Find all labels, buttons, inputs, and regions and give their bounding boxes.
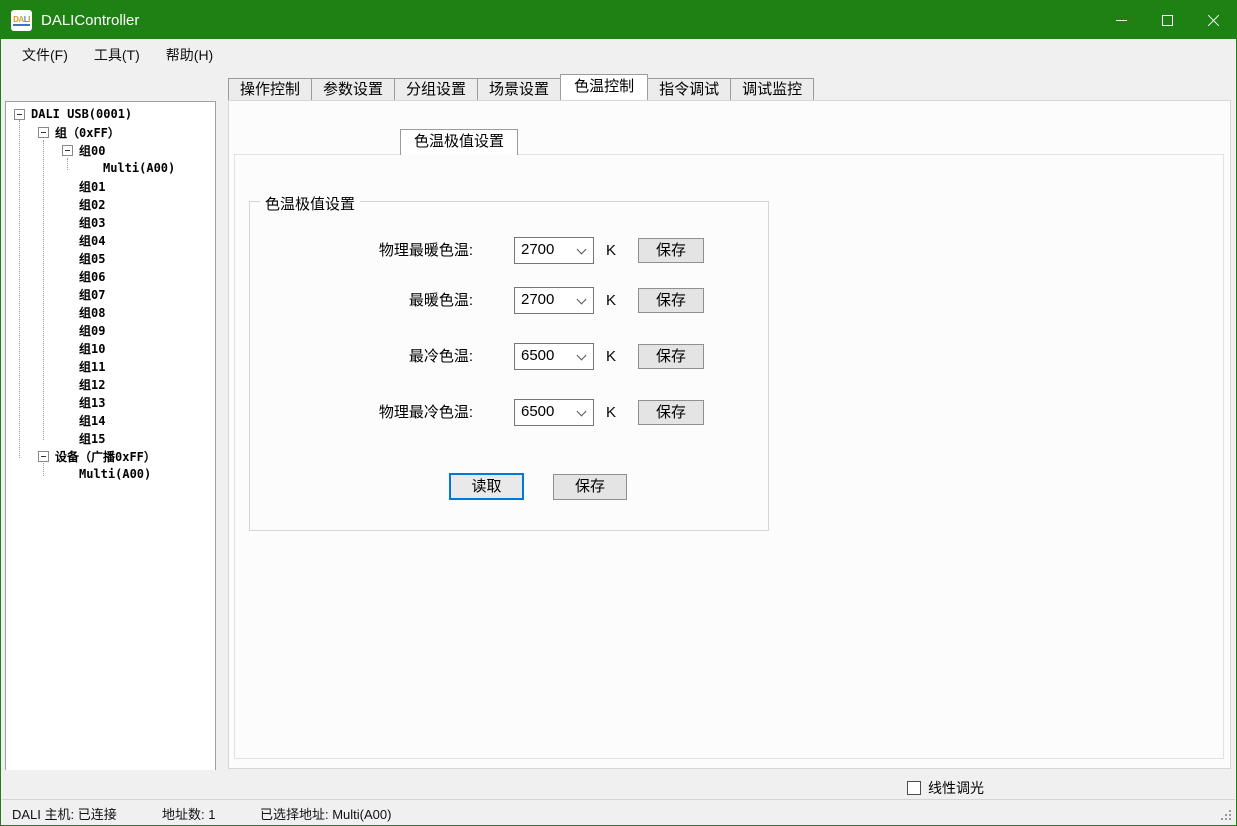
address-count: 地址数: 1 <box>162 804 215 823</box>
chevron-down-icon[interactable] <box>577 295 587 305</box>
tree-item[interactable]: 组03 <box>6 213 215 231</box>
host-status: DALI 主机: 已连接 <box>12 804 117 823</box>
tree-item[interactable]: 组02 <box>6 195 215 213</box>
cct-value-combobox[interactable]: 6500 <box>514 343 594 370</box>
cct-value-combobox[interactable]: 6500 <box>514 399 594 426</box>
save-row-button[interactable]: 保存 <box>638 288 704 313</box>
cct-limit-label: 物理最冷色温: <box>261 399 473 426</box>
tree-item[interactable]: 组12 <box>6 375 215 393</box>
kelvin-unit-label: K <box>606 287 616 314</box>
combobox-value: 6500 <box>521 347 554 364</box>
kelvin-unit-label: K <box>606 343 616 370</box>
tree-item-label: 组09 <box>79 322 105 339</box>
collapse-minus-icon[interactable] <box>14 109 25 120</box>
app-icon-text: DALI <box>13 15 30 26</box>
menu-bar: 文件(F) 工具(T) 帮助(H) <box>2 39 1235 71</box>
tree-item-label: 组01 <box>79 178 105 195</box>
tree-item[interactable]: 组01 <box>6 177 215 195</box>
device-tree-panel: DALI USB(0001) 组（0xFF） 组00 Multi(A00) <box>5 101 216 771</box>
tree-item[interactable]: DALI USB(0001) <box>6 105 215 123</box>
title-bar: DALI DALIController <box>1 1 1236 39</box>
collapse-minus-icon[interactable] <box>62 145 73 156</box>
save-button[interactable]: 保存 <box>553 474 627 500</box>
tree-item-label: 设备（广播0xFF） <box>55 448 156 465</box>
tree-item-label: 组02 <box>79 196 105 213</box>
tree-item-label: 组（0xFF） <box>55 124 120 141</box>
tree-item-label: 组00 <box>79 142 105 159</box>
groupbox-title: 色温极值设置 <box>260 193 360 214</box>
close-icon <box>1207 14 1220 27</box>
selected-address: 已选择地址: Multi(A00) <box>260 804 391 823</box>
tree-item[interactable]: 设备（广播0xFF） <box>6 447 215 465</box>
tree-item-label: 组15 <box>79 430 105 447</box>
app-icon: DALI <box>11 10 32 31</box>
device-tree: DALI USB(0001) 组（0xFF） 组00 Multi(A00) <box>6 102 215 770</box>
tree-item-label: 组06 <box>79 268 105 285</box>
footer-strip: 线性调光 <box>2 770 1235 801</box>
kelvin-unit-label: K <box>606 237 616 264</box>
resize-grip[interactable] <box>1220 809 1232 821</box>
tree-item-label: 组12 <box>79 376 105 393</box>
tree-item-label: Multi(A00) <box>103 161 175 175</box>
menu-item[interactable]: 帮助(H) <box>166 45 213 65</box>
main-tab-strip: 操作控制 参数设置 分组设置 场景设置 色温控制 指令调试 调试监控 <box>228 76 813 100</box>
tree-item[interactable]: Multi(A00) <box>6 465 215 483</box>
collapse-minus-icon[interactable] <box>38 127 49 138</box>
cct-limit-label: 最冷色温: <box>261 343 473 370</box>
tree-item[interactable]: 组15 <box>6 429 215 447</box>
chevron-down-icon[interactable] <box>577 407 587 417</box>
status-bar: DALI 主机: 已连接 地址数: 1 已选择地址: Multi(A00) <box>2 799 1235 824</box>
main-tab[interactable]: 色温控制 <box>560 74 648 100</box>
tree-item[interactable]: 组（0xFF） <box>6 123 215 141</box>
app-window: DALI DALIController 文件(F) 工具(T) 帮助(H) 操作… <box>0 0 1237 826</box>
tree-item-label: DALI USB(0001) <box>31 107 132 121</box>
cct-limit-row: 最暖色温: 2700 K 保存 <box>1 287 1236 314</box>
combobox-value: 2700 <box>521 241 554 258</box>
linear-dimming-label: 线性调光 <box>928 778 984 798</box>
collapse-minus-icon[interactable] <box>38 451 49 462</box>
combobox-value: 2700 <box>521 291 554 308</box>
minimize-button[interactable] <box>1098 1 1144 39</box>
tree-item[interactable]: 组00 <box>6 141 215 159</box>
save-row-button[interactable]: 保存 <box>638 344 704 369</box>
tree-item-label: Multi(A00) <box>79 467 151 481</box>
menu-item[interactable]: 工具(T) <box>94 45 140 65</box>
cct-limit-label: 最暖色温: <box>261 287 473 314</box>
cct-limit-row: 物理最冷色温: 6500 K 保存 <box>1 399 1236 426</box>
cct-value-combobox[interactable]: 2700 <box>514 237 594 264</box>
cct-limit-label: 物理最暖色温: <box>261 237 473 264</box>
cct-limit-row: 物理最暖色温: 2700 K 保存 <box>1 237 1236 264</box>
cct-limit-row: 最冷色温: 6500 K 保存 <box>1 343 1236 370</box>
maximize-button[interactable] <box>1144 1 1190 39</box>
main-tab[interactable]: 参数设置 <box>311 78 395 100</box>
save-row-button[interactable]: 保存 <box>638 238 704 263</box>
minimize-icon <box>1116 20 1127 21</box>
combobox-value: 6500 <box>521 403 554 420</box>
main-tab[interactable]: 操作控制 <box>228 78 312 100</box>
save-row-button[interactable]: 保存 <box>638 400 704 425</box>
chevron-down-icon[interactable] <box>577 245 587 255</box>
tree-item[interactable]: Multi(A00) <box>6 159 215 177</box>
main-tab[interactable]: 场景设置 <box>477 78 561 100</box>
chevron-down-icon[interactable] <box>577 351 587 361</box>
main-tab[interactable]: 分组设置 <box>394 78 478 100</box>
window-title: DALIController <box>41 12 1098 29</box>
read-button[interactable]: 读取 <box>449 473 524 500</box>
tree-item[interactable]: 组06 <box>6 267 215 285</box>
tree-item-label: 组03 <box>79 214 105 231</box>
tree-item[interactable]: 组09 <box>6 321 215 339</box>
maximize-icon <box>1162 15 1173 26</box>
main-tab[interactable]: 调试监控 <box>730 78 814 100</box>
main-tab[interactable]: 指令调试 <box>647 78 731 100</box>
cct-value-combobox[interactable]: 2700 <box>514 287 594 314</box>
menu-item[interactable]: 文件(F) <box>22 45 68 65</box>
close-button[interactable] <box>1190 1 1236 39</box>
cct-sub-tab[interactable]: 色温极值设置 <box>400 129 518 155</box>
linear-dimming-checkbox[interactable] <box>907 781 921 795</box>
kelvin-unit-label: K <box>606 399 616 426</box>
